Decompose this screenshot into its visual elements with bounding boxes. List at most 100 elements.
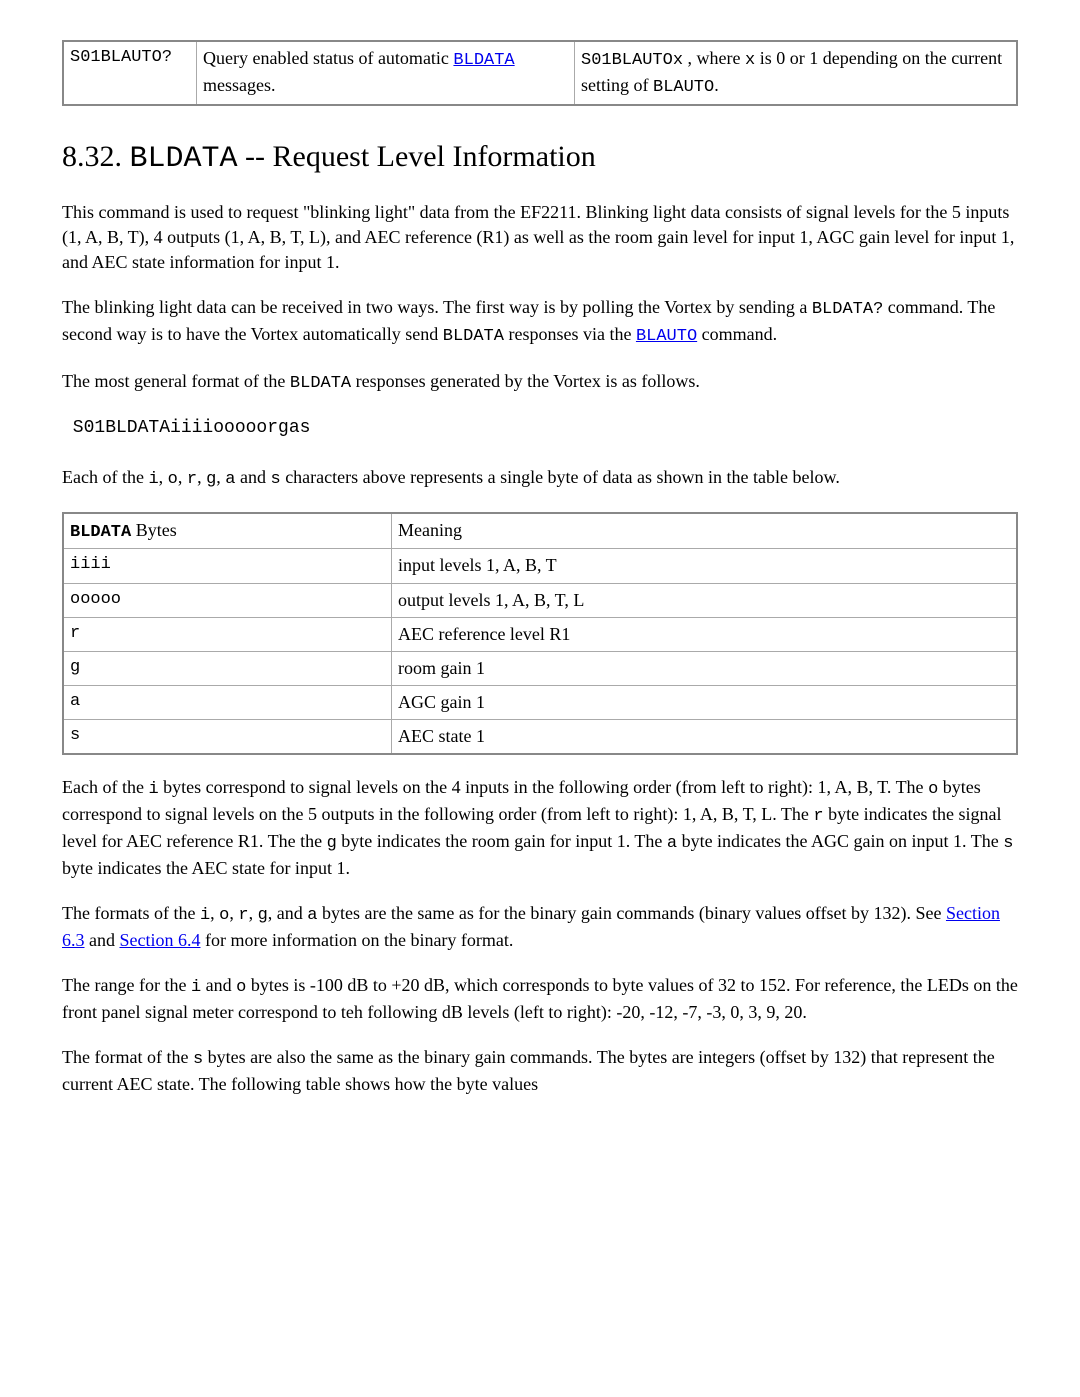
inline-code: i xyxy=(191,978,201,997)
table-row: S01BLAUTO? Query enabled status of autom… xyxy=(63,41,1017,105)
text: responses generated by the Vortex is as … xyxy=(351,371,700,391)
text: and xyxy=(201,975,236,995)
text: BLDATA xyxy=(70,523,131,542)
top-command-table: S01BLAUTO? Query enabled status of autom… xyxy=(62,40,1018,106)
inline-code: g xyxy=(258,906,268,925)
bytes-cell: iiii xyxy=(63,549,392,583)
desc-cell: Query enabled status of automatic BLDATA… xyxy=(197,41,575,105)
inline-code: s xyxy=(193,1050,203,1069)
text: BLAUTO xyxy=(653,78,714,97)
text: bytes are the same as for the binary gai… xyxy=(317,903,945,923)
inline-code: r xyxy=(813,807,823,826)
table-row: sAEC state 1 xyxy=(63,720,1017,755)
paragraph: The most general format of the BLDATA re… xyxy=(62,369,1018,396)
text: Query enabled status of automatic xyxy=(203,48,453,68)
text: The blinking light data can be received … xyxy=(62,297,812,317)
inline-code: BLDATA xyxy=(290,374,351,393)
inline-code: o xyxy=(219,906,229,925)
text: and xyxy=(85,930,120,950)
text: The most general format of the xyxy=(62,371,290,391)
inline-code: s xyxy=(1003,834,1013,853)
paragraph: Each of the i, o, r, g, a and s characte… xyxy=(62,465,1018,492)
text: command. xyxy=(697,324,777,344)
inline-code: o xyxy=(168,470,178,489)
text: , xyxy=(197,467,206,487)
blauto-link[interactable]: BLAUTO xyxy=(636,327,697,346)
paragraph: The blinking light data can be received … xyxy=(62,295,1018,349)
bldata-link[interactable]: BLDATA xyxy=(453,51,514,70)
inline-code: a xyxy=(667,834,677,853)
inline-code: BLDATA xyxy=(443,327,504,346)
text: , xyxy=(178,467,187,487)
text: , xyxy=(229,903,238,923)
table-row: rAEC reference level R1 xyxy=(63,617,1017,651)
paragraph: The range for the i and o bytes is -100 … xyxy=(62,973,1018,1025)
inline-code: BLDATA? xyxy=(812,300,883,319)
inline-code: g xyxy=(327,834,337,853)
text: S01BLAUTOx xyxy=(581,51,683,70)
inline-code: a xyxy=(307,906,317,925)
text: , and xyxy=(268,903,308,923)
text: byte indicates the AEC state for input 1… xyxy=(62,858,350,878)
text: bytes correspond to signal levels on the… xyxy=(159,777,928,797)
meaning-cell: output levels 1, A, B, T, L xyxy=(392,583,1018,617)
text: for more information on the binary forma… xyxy=(201,930,514,950)
text: x xyxy=(745,51,755,70)
response-cell: S01BLAUTOx , where x is 0 or 1 depending… xyxy=(575,41,1018,105)
inline-code: o xyxy=(928,780,938,799)
text: , xyxy=(249,903,258,923)
bytes-cell: ooooo xyxy=(63,583,392,617)
paragraph: The formats of the i, o, r, g, and a byt… xyxy=(62,901,1018,953)
table-row: ooooooutput levels 1, A, B, T, L xyxy=(63,583,1017,617)
inline-code: a xyxy=(225,470,235,489)
text: Each of the xyxy=(62,777,148,797)
text: , xyxy=(159,467,168,487)
text: Bytes xyxy=(131,520,177,540)
meaning-cell: room gain 1 xyxy=(392,651,1018,685)
text: byte indicates the AGC gain on input 1. … xyxy=(677,831,1003,851)
section-heading: 8.32. BLDATA -- Request Level Informatio… xyxy=(62,136,1018,180)
text: , xyxy=(210,903,219,923)
inline-code: g xyxy=(206,470,216,489)
text: and xyxy=(235,467,270,487)
text: byte indicates the room gain for input 1… xyxy=(337,831,667,851)
table-row: groom gain 1 xyxy=(63,651,1017,685)
text: , where xyxy=(683,48,745,68)
table-row: iiiiinput levels 1, A, B, T xyxy=(63,549,1017,583)
paragraph: The format of the s bytes are also the s… xyxy=(62,1045,1018,1097)
meaning-cell: AGC gain 1 xyxy=(392,686,1018,720)
inline-code: i xyxy=(148,780,158,799)
inline-code: r xyxy=(238,906,248,925)
heading-number: 8.32. xyxy=(62,140,130,173)
paragraph: This command is used to request "blinkin… xyxy=(62,200,1018,276)
text: Each of the xyxy=(62,467,148,487)
table-header-row: BLDATA Bytes Meaning xyxy=(63,513,1017,549)
header-meaning: Meaning xyxy=(392,513,1018,549)
text: The formats of the xyxy=(62,903,200,923)
header-bytes: BLDATA Bytes xyxy=(63,513,392,549)
inline-code: i xyxy=(200,906,210,925)
bytes-table: BLDATA Bytes Meaning iiiiinput levels 1,… xyxy=(62,512,1018,756)
text: The format of the xyxy=(62,1047,193,1067)
meaning-cell: input levels 1, A, B, T xyxy=(392,549,1018,583)
text: The range for the xyxy=(62,975,191,995)
cmd-cell: S01BLAUTO? xyxy=(63,41,197,105)
paragraph: Each of the i bytes correspond to signal… xyxy=(62,775,1018,881)
bytes-cell: s xyxy=(63,720,392,755)
text: , xyxy=(216,467,225,487)
bytes-cell: a xyxy=(63,686,392,720)
bytes-cell: r xyxy=(63,617,392,651)
text: responses via the xyxy=(504,324,636,344)
inline-code: r xyxy=(187,470,197,489)
inline-code: o xyxy=(236,978,246,997)
meaning-cell: AEC state 1 xyxy=(392,720,1018,755)
table-row: aAGC gain 1 xyxy=(63,686,1017,720)
text: characters above represents a single byt… xyxy=(281,467,840,487)
text: . xyxy=(714,75,719,95)
heading-text: -- Request Level Information xyxy=(238,140,596,173)
text: messages. xyxy=(203,75,275,95)
inline-code: s xyxy=(270,470,280,489)
section-6-4-link[interactable]: Section 6.4 xyxy=(120,930,201,950)
code-block: S01BLDATAiiiiooooorgas xyxy=(62,416,1018,441)
inline-code: i xyxy=(148,470,158,489)
